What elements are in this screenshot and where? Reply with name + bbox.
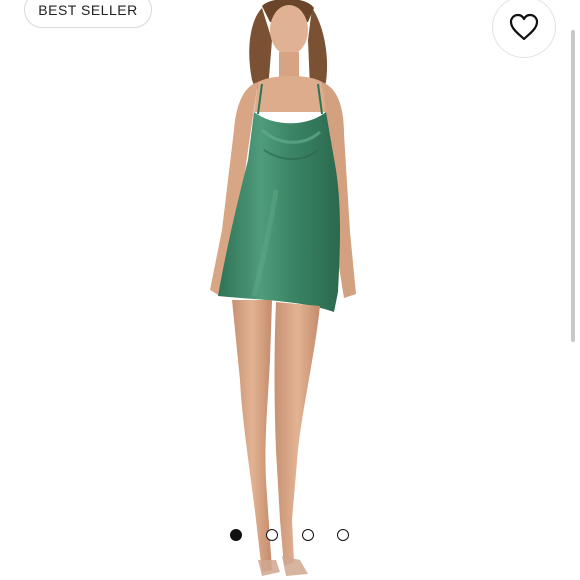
carousel-dot-4[interactable] (337, 529, 349, 541)
best-seller-label: BEST SELLER (38, 2, 138, 18)
carousel-dot-2[interactable] (266, 529, 278, 541)
carousel-dot-3[interactable] (302, 529, 314, 541)
shoe-right (282, 556, 308, 576)
carousel-indicators (230, 529, 356, 543)
best-seller-badge: BEST SELLER (24, 0, 152, 28)
shoe-left (258, 560, 280, 576)
right-leg (274, 302, 320, 566)
face (270, 5, 308, 55)
scrollbar[interactable] (571, 30, 575, 342)
carousel-dot-1[interactable] (230, 529, 242, 541)
product-photo[interactable] (0, 0, 580, 580)
heart-outline-icon (509, 13, 539, 41)
